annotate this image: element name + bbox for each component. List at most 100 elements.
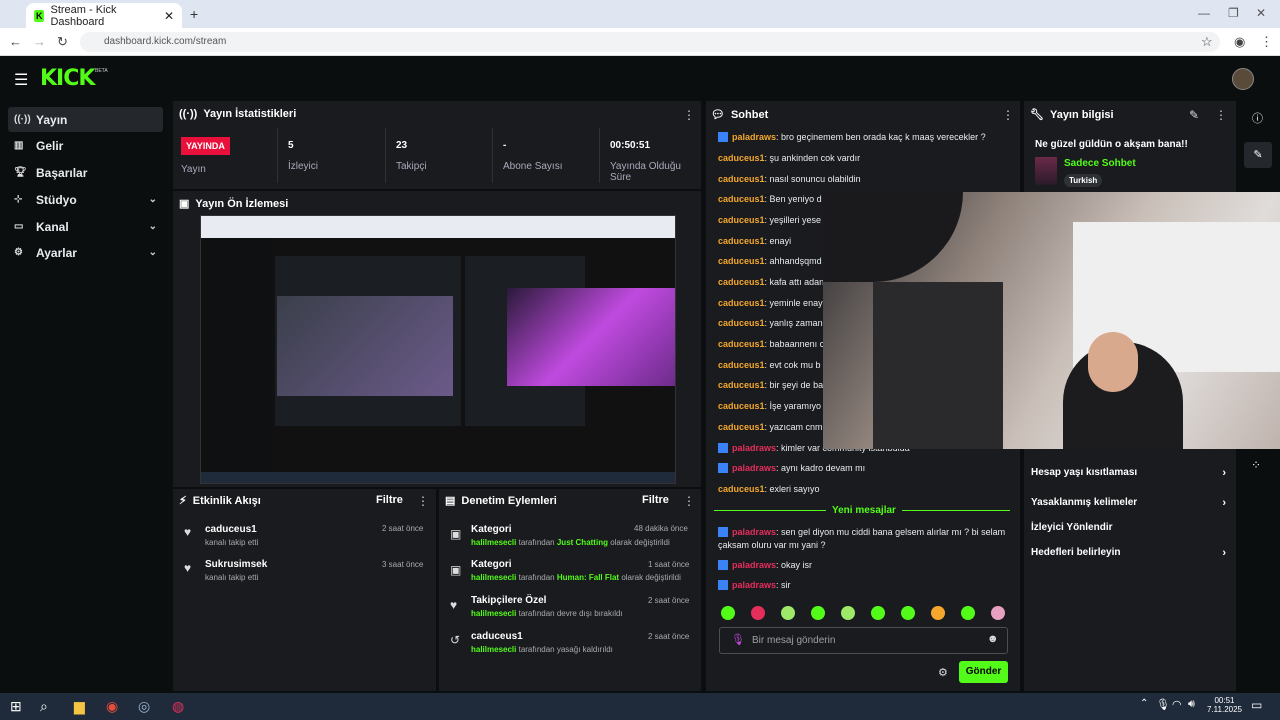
bookmark-star-icon[interactable]: ☆ [1201, 34, 1213, 50]
more-options-icon[interactable]: ⋮ [683, 108, 695, 122]
forward-icon[interactable]: → [33, 34, 46, 49]
obs-icon[interactable]: ◍ [172, 698, 184, 715]
mic-icon[interactable]: 🎙︎ [1156, 698, 1170, 711]
more-options-icon[interactable]: ⋮ [417, 494, 429, 508]
sidebar-item-yayin[interactable]: ((·)) Yayın [8, 107, 163, 132]
stream-preview-video[interactable] [200, 215, 676, 484]
chat-username[interactable]: caduceus1 [718, 360, 765, 370]
chat-username[interactable]: caduceus1 [718, 339, 765, 349]
info-icon[interactable]: ⓘ [1252, 110, 1263, 126]
minimize-icon[interactable]: — [1198, 6, 1210, 20]
file-explorer-icon[interactable]: ▆ [74, 698, 85, 715]
chat-username[interactable]: caduceus1 [718, 215, 765, 225]
more-options-icon[interactable]: ⋮ [1002, 108, 1014, 122]
emoji-icon[interactable]: ☻ [987, 633, 999, 645]
chat-username[interactable]: caduceus1 [718, 318, 765, 328]
moderation-text: tarafından [518, 538, 555, 547]
close-tab-icon[interactable]: ✕ [164, 9, 174, 23]
chat-message-input[interactable]: Bir mesaj gönderin [752, 635, 835, 646]
menu-banned-words[interactable]: Yasaklanmış kelimeler › [1031, 497, 1226, 509]
sidebar-item-studyo[interactable]: ⊹ Stüdyo ⌄ [8, 187, 163, 212]
profile-icon[interactable]: ◉ [1234, 34, 1245, 50]
menu-goals[interactable]: Hedefleri belirleyin › [1031, 547, 1226, 559]
chat-username[interactable]: caduceus1 [718, 422, 765, 432]
chat-username[interactable]: paladraws [732, 580, 776, 590]
chat-username[interactable]: caduceus1 [718, 298, 765, 308]
moderation-detail: halilmesecli tarafından devre dışı bırak… [471, 609, 623, 618]
emote-icon[interactable] [721, 606, 735, 620]
chat-username[interactable]: caduceus1 [718, 153, 765, 163]
user-avatar[interactable] [1232, 68, 1254, 90]
emote-icon[interactable] [961, 606, 975, 620]
activity-filter-button[interactable]: Filtre [376, 494, 403, 506]
edit-icon[interactable]: ✎ [1189, 108, 1199, 122]
chat-username[interactable]: caduceus1 [718, 484, 765, 494]
chat-username[interactable]: paladraws [732, 560, 776, 570]
heart-icon: ♥ [450, 598, 458, 612]
activity-username[interactable]: caduceus1 [205, 524, 257, 535]
more-options-icon[interactable]: ⋮ [1215, 108, 1227, 122]
chat-username[interactable]: caduceus1 [718, 236, 765, 246]
start-icon[interactable]: ⊞ [10, 698, 22, 715]
send-button[interactable]: Gönder [959, 661, 1008, 683]
browser-menu-icon[interactable]: ⋮ [1260, 34, 1273, 50]
chat-settings-icon[interactable]: ⚙ [938, 666, 948, 679]
url-field[interactable]: dashboard.kick.com/stream [80, 32, 1220, 52]
layout-icon[interactable]: ⁘ [1251, 458, 1261, 472]
chat-username[interactable]: caduceus1 [718, 401, 765, 411]
wifi-icon[interactable]: ◠ [1172, 698, 1182, 711]
moderator-name[interactable]: halilmesecli [471, 538, 516, 547]
chat-username[interactable]: paladraws [732, 527, 776, 537]
chat-username[interactable]: caduceus1 [718, 194, 765, 204]
moderator-name[interactable]: halilmesecli [471, 573, 516, 582]
emote-icon[interactable] [781, 606, 795, 620]
clock[interactable]: 00:51 7.11.2025 [1207, 696, 1242, 714]
live-badge: YAYINDA [181, 137, 230, 155]
emote-icon[interactable] [871, 606, 885, 620]
menu-account-age[interactable]: Hesap yaşı kısıtlaması › [1031, 467, 1226, 479]
maximize-icon[interactable]: ❐ [1228, 6, 1239, 20]
tray-chevron-icon[interactable]: ⌃ [1140, 698, 1148, 709]
sidebar-item-kanal[interactable]: ▭ Kanal ⌄ [8, 214, 163, 239]
sidebar-item-ayarlar[interactable]: ⚙ Ayarlar ⌄ [8, 240, 163, 265]
chat-username[interactable]: paladraws [732, 463, 776, 473]
steam-icon[interactable]: ◎ [138, 698, 150, 715]
moderator-name[interactable]: halilmesecli [471, 645, 516, 654]
back-icon[interactable]: ← [9, 34, 22, 49]
emote-icon[interactable] [901, 606, 915, 620]
microphone-icon[interactable]: 🎙︎ [731, 633, 745, 646]
sidebar-item-gelir[interactable]: ▥ Gelir [8, 133, 163, 158]
close-window-icon[interactable]: ✕ [1256, 6, 1266, 20]
menu-raid[interactable]: İzleyici Yönlendir [1031, 522, 1226, 533]
emote-icon[interactable] [811, 606, 825, 620]
emote-icon[interactable] [991, 606, 1005, 620]
volume-icon[interactable]: 🔊︎ [1188, 698, 1195, 711]
more-options-icon[interactable]: ⋮ [683, 494, 695, 508]
kick-logo[interactable]: KICK [40, 66, 95, 91]
hamburger-menu-icon[interactable]: ☰ [14, 70, 28, 90]
broadcast-icon: ((·)) [14, 114, 31, 125]
activity-username[interactable]: Sukrusimsek [205, 559, 267, 570]
browser-tab[interactable]: K Stream - Kick Dashboard ✕ [26, 3, 182, 28]
webcam-overlay [823, 192, 1280, 449]
chat-username[interactable]: paladraws [732, 443, 776, 453]
chrome-icon[interactable]: ◉ [106, 698, 118, 715]
moderation-filter-button[interactable]: Filtre [642, 494, 669, 506]
edit-pencil-icon[interactable]: ✎ [1244, 142, 1272, 168]
subs-value: - [503, 140, 507, 151]
category-name[interactable]: Sadece Sohbet [1064, 158, 1136, 169]
notification-icon[interactable]: ▭ [1251, 698, 1262, 712]
emote-icon[interactable] [931, 606, 945, 620]
chat-username[interactable]: caduceus1 [718, 174, 765, 184]
reload-icon[interactable]: ↻ [57, 34, 68, 50]
chat-username[interactable]: caduceus1 [718, 256, 765, 266]
sidebar-item-basarilar[interactable]: 🏆︎ Başarılar [8, 160, 163, 185]
search-icon[interactable]: ⌕ [40, 698, 48, 715]
chat-username[interactable]: caduceus1 [718, 380, 765, 390]
moderator-name[interactable]: halilmesecli [471, 609, 516, 618]
new-tab-icon[interactable]: + [190, 6, 198, 22]
emote-icon[interactable] [841, 606, 855, 620]
chat-username[interactable]: caduceus1 [718, 277, 765, 287]
emote-icon[interactable] [751, 606, 765, 620]
chat-username[interactable]: paladraws [732, 132, 776, 142]
